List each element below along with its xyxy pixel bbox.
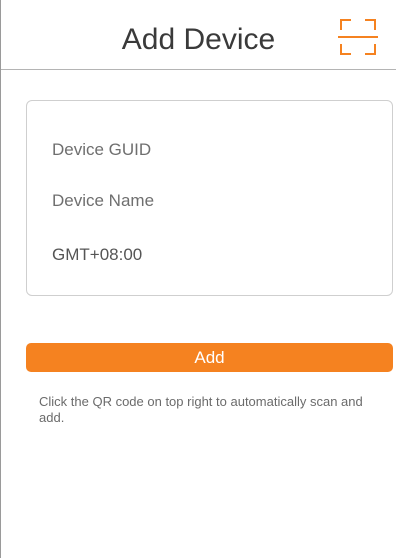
timezone-field[interactable] xyxy=(52,240,372,270)
add-device-screen: Add Device Add Click the QR code on top … xyxy=(0,0,396,558)
add-button[interactable]: Add xyxy=(26,343,393,372)
device-guid-input[interactable] xyxy=(52,135,372,165)
device-form-card xyxy=(26,100,393,296)
qr-scan-icon xyxy=(338,19,378,55)
device-name-input[interactable] xyxy=(52,186,372,216)
header-bar: Add Device xyxy=(1,0,396,70)
qr-scan-button[interactable] xyxy=(338,17,378,57)
scan-hint-text: Click the QR code on top right to automa… xyxy=(39,394,363,425)
page-title: Add Device xyxy=(121,23,276,56)
